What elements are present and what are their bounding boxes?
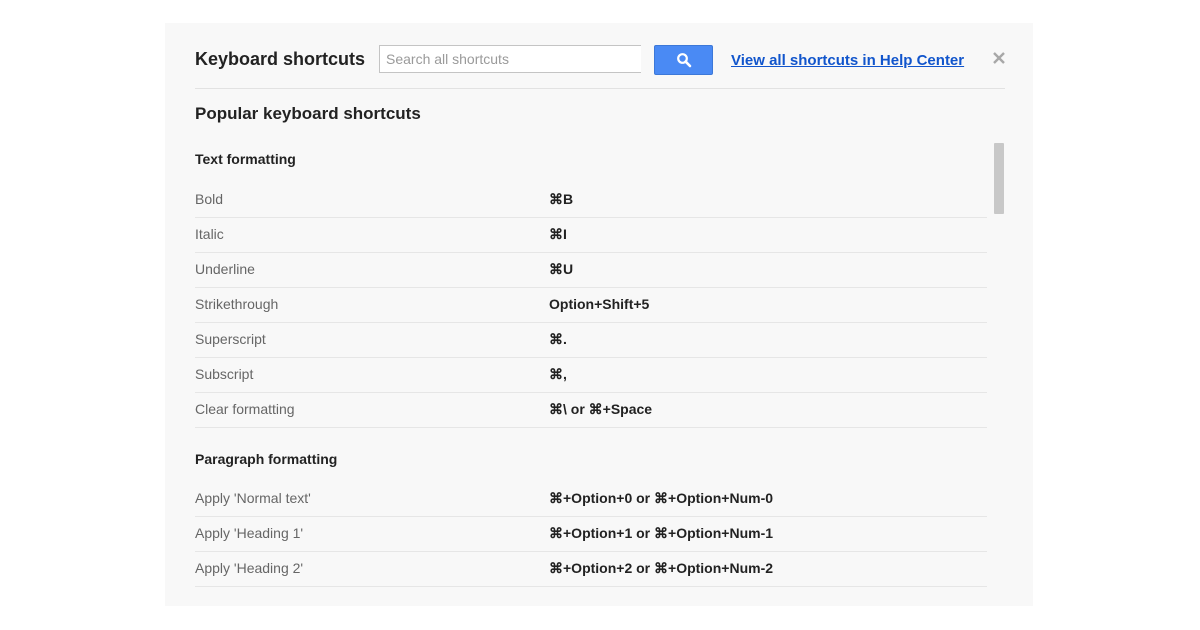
shortcut-action: Strikethrough (195, 296, 279, 312)
search-input[interactable] (379, 45, 641, 73)
shortcut-group-text-formatting: Bold ⌘B Italic ⌘I Underline ⌘U Strikethr… (195, 183, 987, 428)
group-title-paragraph-formatting: Paragraph formatting (195, 451, 338, 467)
shortcut-keys: ⌘+Option+0 or ⌘+Option+Num-0 (549, 490, 774, 506)
shortcuts-list[interactable]: Popular keyboard shortcuts Text formatti… (195, 89, 987, 606)
shortcut-keys: ⌘, (549, 366, 567, 382)
shortcut-action: Underline (195, 261, 255, 277)
shortcut-keys: ⌘\ or ⌘+Space (549, 401, 653, 417)
shortcut-action: Bold (195, 191, 224, 207)
shortcut-action: Subscript (195, 366, 254, 382)
shortcut-row: Italic ⌘I (195, 218, 987, 253)
dialog-header: Keyboard shortcuts View all shortcuts in… (195, 23, 1005, 89)
shortcut-keys: ⌘+Option+2 or ⌘+Option+Num-2 (549, 560, 774, 576)
shortcut-row: Apply 'Heading 1' ⌘+Option+1 or ⌘+Option… (195, 517, 987, 552)
shortcut-row: Bold ⌘B (195, 183, 987, 218)
shortcut-keys: ⌘+Option+1 or ⌘+Option+Num-1 (549, 525, 774, 541)
help-center-link[interactable]: View all shortcuts in Help Center (731, 52, 964, 69)
shortcut-row: Apply 'Heading 2' ⌘+Option+2 or ⌘+Option… (195, 552, 987, 587)
dialog-title: Keyboard shortcuts (195, 49, 366, 69)
shortcut-action: Apply 'Heading 1' (195, 525, 304, 541)
shortcut-row: Strikethrough Option+Shift+5 (195, 288, 987, 323)
shortcut-keys: ⌘I (549, 226, 567, 242)
shortcut-keys: ⌘. (549, 331, 567, 347)
search-icon (655, 52, 712, 68)
shortcut-row: Clear formatting ⌘\ or ⌘+Space (195, 393, 987, 428)
shortcut-action: Apply 'Normal text' (195, 490, 311, 506)
close-button[interactable] (992, 50, 1008, 66)
section-heading: Popular keyboard shortcuts (195, 104, 421, 123)
scrollbar-thumb[interactable] (994, 143, 1004, 214)
group-title-text-formatting: Text formatting (195, 151, 296, 167)
shortcut-action: Italic (195, 226, 224, 242)
keyboard-shortcuts-dialog: Keyboard shortcuts View all shortcuts in… (165, 23, 1033, 606)
shortcut-keys: ⌘B (549, 191, 574, 207)
shortcut-row: Subscript ⌘, (195, 358, 987, 393)
shortcut-keys: ⌘U (549, 261, 574, 277)
shortcut-action: Superscript (195, 331, 266, 347)
shortcut-action: Clear formatting (195, 401, 295, 417)
search-button[interactable] (654, 45, 713, 75)
shortcut-row: Apply 'Normal text' ⌘+Option+0 or ⌘+Opti… (195, 482, 987, 517)
shortcut-group-paragraph-formatting: Apply 'Normal text' ⌘+Option+0 or ⌘+Opti… (195, 482, 987, 587)
shortcut-row: Superscript ⌘. (195, 323, 987, 358)
shortcut-row: Underline ⌘U (195, 253, 987, 288)
close-icon (992, 51, 1008, 65)
shortcut-action: Apply 'Heading 2' (195, 560, 304, 576)
shortcut-keys: Option+Shift+5 (549, 296, 650, 312)
